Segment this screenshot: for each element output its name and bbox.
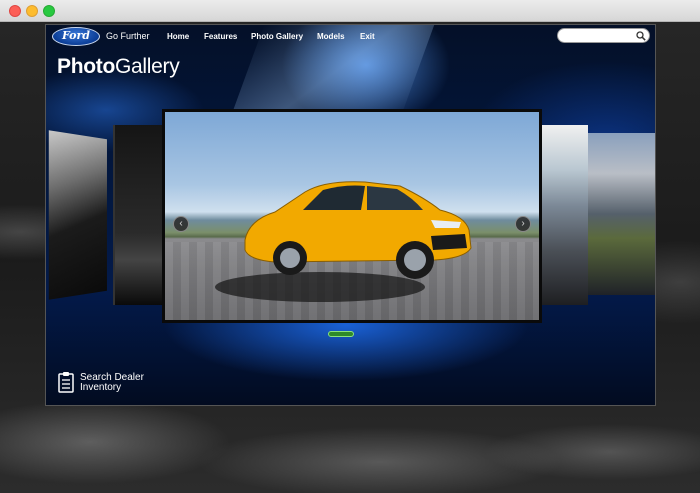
carousel-slide-car-front[interactable]: [542, 125, 588, 305]
carousel-slide-city-road[interactable]: [588, 133, 655, 295]
main-photo: [165, 112, 539, 320]
close-window-button[interactable]: [9, 5, 21, 17]
carousel-main-slide[interactable]: ‹ ›: [162, 109, 542, 323]
page-title-rest: Gallery: [114, 55, 180, 78]
window-titlebar: [0, 0, 700, 22]
carousel-prev-button[interactable]: ‹: [173, 216, 189, 232]
nav-models[interactable]: Models: [317, 32, 345, 41]
tagline: Go Further: [106, 31, 150, 41]
car-image: [244, 181, 472, 279]
top-nav: Ford Go Further Home Features Photo Gall…: [46, 25, 655, 49]
carousel-slide-interior-door[interactable]: [48, 130, 107, 300]
nav-photo-gallery[interactable]: Photo Gallery: [251, 32, 303, 41]
app-stage: Ford Go Further Home Features Photo Gall…: [45, 24, 656, 406]
carousel-slide-interior-seat[interactable]: [113, 125, 163, 305]
page-title: PhotoGallery: [57, 55, 180, 79]
carousel-pager-indicator[interactable]: [328, 331, 354, 337]
carousel-next-button[interactable]: ›: [515, 216, 531, 232]
search-icon[interactable]: [636, 31, 646, 41]
page-title-bold: Photo: [57, 55, 115, 78]
maximize-window-button[interactable]: [43, 5, 55, 17]
nav-features[interactable]: Features: [204, 32, 237, 41]
ford-logo[interactable]: Ford: [52, 27, 100, 46]
nav-home[interactable]: Home: [167, 32, 189, 41]
clipboard-icon: [58, 372, 74, 393]
nav-exit[interactable]: Exit: [360, 32, 375, 41]
dealer-label: Search Dealer Inventory: [80, 372, 144, 393]
minimize-window-button[interactable]: [26, 5, 38, 17]
chevron-right-icon: ›: [521, 218, 525, 229]
chevron-left-icon: ‹: [179, 218, 183, 229]
